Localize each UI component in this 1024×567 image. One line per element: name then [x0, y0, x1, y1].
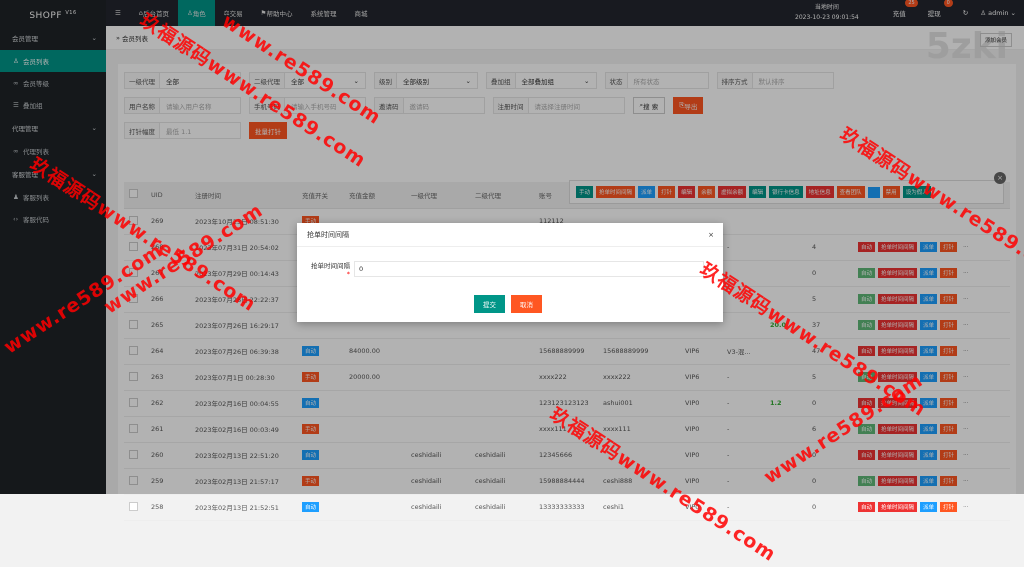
required-mark: * [346, 270, 350, 278]
modal-field-label-text: 抢单时间间隔 [311, 262, 350, 270]
interval-modal: 抢单时间间隔 × 抢单时间间隔 * 0 提交 取消 [297, 223, 723, 322]
table-cell: ceshidaili [470, 494, 534, 521]
modal-title: 抢单时间间隔 [307, 230, 349, 239]
modal-header: 抢单时间间隔 × [297, 223, 723, 247]
modal-buttons: 提交 取消 [474, 295, 542, 313]
table-cell: 2023年02月13日 21:52:51 [190, 494, 297, 521]
table-cell: 自动 抢单时间间隔 派单 打针 ... [853, 494, 1010, 521]
recharge-switch-tag[interactable]: 自动 [302, 502, 320, 512]
cell-time: 2023年02月13日 21:52:51 [195, 504, 279, 512]
modal-field-row: 抢单时间间隔 * 0 [309, 260, 704, 278]
row-actions: 自动 抢单时间间隔 派单 打针 ... [858, 502, 1010, 512]
interval-button[interactable]: 抢单时间间隔 [878, 502, 918, 512]
close-icon[interactable]: × [708, 231, 714, 239]
table-cell: 0 [807, 494, 853, 521]
cell-agent1: ceshidaili [411, 503, 442, 511]
auto-button[interactable]: 自动 [858, 502, 876, 512]
dispatch-button[interactable]: 派单 [920, 502, 938, 512]
row-checkbox[interactable] [129, 501, 138, 511]
table-cell [344, 494, 406, 521]
cell-username: ceshi1 [603, 503, 625, 511]
table-cell [765, 494, 807, 521]
table-cell: 13333333333 [534, 494, 598, 521]
interval-input[interactable]: 0 [354, 261, 704, 277]
cell-agent2: ceshidaili [475, 503, 506, 511]
cell-done: 0 [812, 503, 817, 511]
injection-button[interactable]: 打针 [940, 502, 958, 512]
table-cell [124, 494, 146, 521]
cancel-button[interactable]: 取消 [511, 295, 542, 313]
modal-field-label: 抢单时间间隔 * [309, 260, 354, 278]
table-row[interactable]: 258 2023年02月13日 21:52:51 自动 ceshidaili ceshi… [124, 494, 1010, 521]
table-cell: 自动 [297, 494, 344, 521]
table-cell: ceshidaili [406, 494, 470, 521]
cell-uid: 258 [151, 503, 164, 511]
more-icon[interactable]: ... [960, 502, 971, 512]
cell-account: 13333333333 [539, 503, 585, 511]
table-cell: 258 [146, 494, 190, 521]
submit-button[interactable]: 提交 [474, 295, 505, 313]
